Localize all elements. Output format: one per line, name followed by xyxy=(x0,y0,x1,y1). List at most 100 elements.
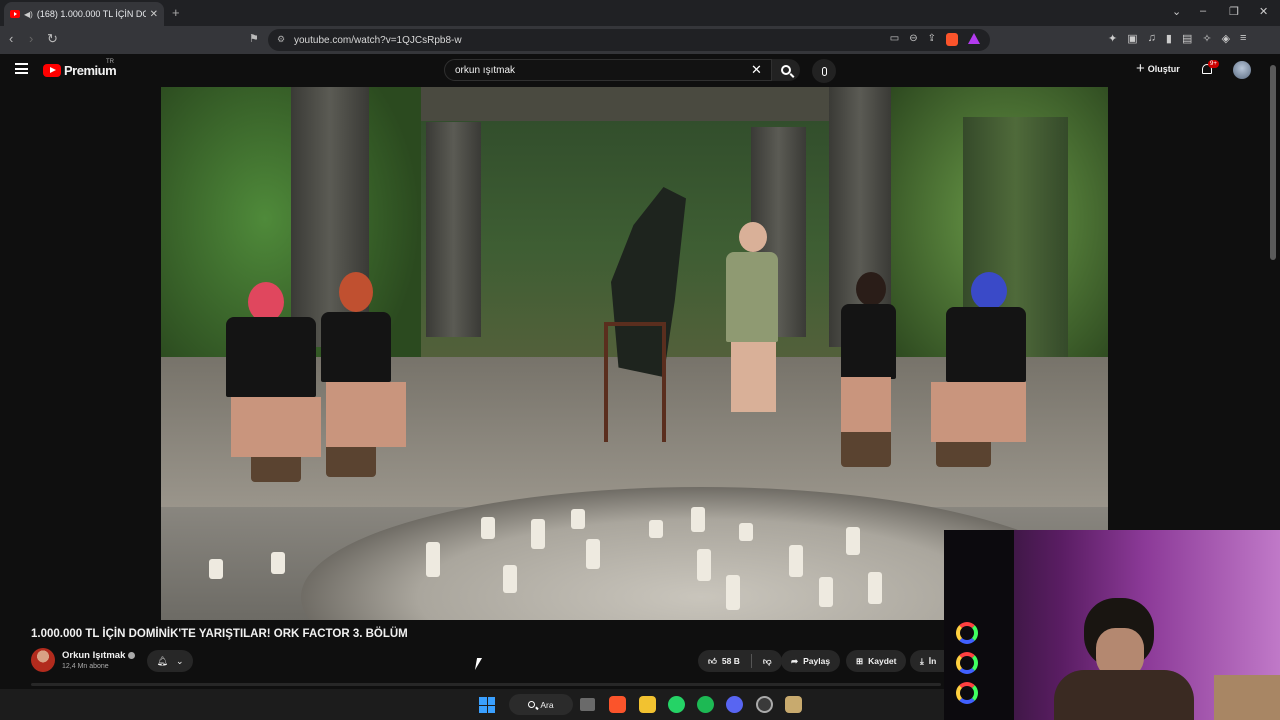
save-icon: ⊞ xyxy=(856,655,864,666)
scene-candle xyxy=(481,517,495,539)
cast-icon[interactable]: ▭ xyxy=(890,33,899,46)
page-scrollbar[interactable] xyxy=(1270,65,1276,260)
bookmark-icon[interactable]: ⚑ xyxy=(249,32,259,45)
sidebar-icon[interactable]: ▮ xyxy=(1166,32,1172,45)
mouse-cursor xyxy=(474,658,483,670)
channel-name-link[interactable]: Orkun Işıtmak xyxy=(62,650,136,661)
scene-arch xyxy=(421,87,831,121)
scene-candle xyxy=(846,527,860,555)
logo-region: TR xyxy=(106,59,114,65)
bell-icon: 🔔︎ xyxy=(156,655,168,666)
youtube-play-icon xyxy=(43,64,61,77)
back-icon[interactable]: ‹ xyxy=(9,31,13,46)
channel-avatar[interactable] xyxy=(31,648,55,672)
download-icon: ⤓ xyxy=(920,655,924,666)
search-icon xyxy=(528,701,536,708)
download-button[interactable]: ⤓ İn xyxy=(910,650,944,672)
streamer-body xyxy=(1054,670,1194,720)
save-button[interactable]: ⊞ Kaydet xyxy=(846,650,907,672)
subscription-notifications-button[interactable]: 🔔︎ ⌄ xyxy=(147,650,193,672)
scene-wooden-frame xyxy=(604,322,666,442)
share-button[interactable]: ➦ Paylaş xyxy=(781,650,841,672)
file-explorer-icon[interactable] xyxy=(639,696,656,713)
paper-bag xyxy=(1214,675,1280,720)
close-window-icon[interactable]: ✕ xyxy=(1259,5,1268,18)
windows-start-icon[interactable] xyxy=(479,697,495,713)
youtube-premium-logo[interactable]: Premium TR xyxy=(43,59,117,78)
share-label: Paylaş xyxy=(803,656,831,666)
spotify-icon[interactable] xyxy=(697,696,714,713)
screenshot-icon[interactable]: ▣ xyxy=(1127,32,1137,45)
wallet-icon[interactable]: ▤ xyxy=(1182,32,1192,45)
create-button[interactable]: + Oluştur xyxy=(1136,61,1180,76)
logo-text: Premium xyxy=(64,63,117,78)
scene-candle xyxy=(691,507,705,532)
tab-search-chevron-icon[interactable]: ⌄ xyxy=(1172,5,1181,18)
tab-title: (168) 1.000.000 TL İÇİN DOMİ xyxy=(36,9,146,19)
leo-ai-icon[interactable]: ✧ xyxy=(1202,32,1211,45)
audio-playing-icon[interactable]: ◀) xyxy=(24,10,33,19)
scene-candle xyxy=(209,559,223,579)
notifications-badge: 9+ xyxy=(1208,60,1219,68)
thumbs-down-icon: 👎︎ xyxy=(762,655,772,666)
vpn-icon[interactable]: ◈ xyxy=(1222,32,1230,45)
address-bar[interactable]: ⚙ youtube.com/watch?v=1QJCsRpb8-w ▭ ⊖ ⇪ xyxy=(268,29,990,51)
rgb-fan-icon xyxy=(956,622,978,644)
taskbar-search-label: Ara xyxy=(540,699,554,710)
scene-candle xyxy=(726,575,740,610)
new-tab-icon[interactable]: + xyxy=(172,5,180,20)
clear-search-icon[interactable]: ✕ xyxy=(751,62,762,78)
scene-pillar xyxy=(426,122,481,337)
guide-menu-icon[interactable] xyxy=(15,63,28,74)
close-tab-icon[interactable]: ✕ xyxy=(150,9,158,20)
scene-candle xyxy=(426,542,440,577)
browser-menu-icon[interactable]: ≡ xyxy=(1240,32,1246,45)
webcam-overlay xyxy=(944,530,1280,720)
brave-rewards-icon[interactable] xyxy=(968,33,980,44)
scene-candle xyxy=(868,572,882,604)
browser-tabstrip: ◀) (168) 1.000.000 TL İÇİN DOMİ ✕ + ⌄ – … xyxy=(0,0,1280,26)
app-icon[interactable] xyxy=(756,696,773,713)
task-view-icon[interactable] xyxy=(580,698,595,711)
verified-badge-icon xyxy=(128,652,136,659)
whatsapp-icon[interactable] xyxy=(668,696,685,713)
youtube-masthead: Premium TR orkun ışıtmak ✕ + Oluştur 9+ xyxy=(0,54,1280,87)
like-count: 58 B xyxy=(721,656,740,666)
windows-taskbar: Ara xyxy=(0,689,944,720)
dislike-button[interactable]: 👎︎ xyxy=(763,656,772,667)
search-value: orkun ışıtmak xyxy=(455,64,516,76)
video-title: 1.000.000 TL İÇİN DOMİNİK'TE YARIŞTILAR!… xyxy=(31,628,408,640)
zoom-icon[interactable]: ⊖ xyxy=(909,33,917,46)
search-button[interactable] xyxy=(772,59,800,81)
scene-candle xyxy=(571,509,585,529)
section-divider xyxy=(31,683,941,686)
brave-shields-icon[interactable] xyxy=(946,33,958,46)
forward-icon[interactable]: › xyxy=(29,31,33,46)
voice-search-button[interactable] xyxy=(812,59,836,83)
scene-candle xyxy=(586,539,600,569)
chevron-down-icon: ⌄ xyxy=(175,655,184,666)
extensions-icon[interactable]: ✦ xyxy=(1108,32,1117,45)
restore-window-icon[interactable]: ❐ xyxy=(1229,5,1239,18)
discord-icon[interactable] xyxy=(726,696,743,713)
brave-browser-icon[interactable] xyxy=(609,696,626,713)
share-page-icon[interactable]: ⇪ xyxy=(928,33,936,46)
browser-tab-youtube[interactable]: ◀) (168) 1.000.000 TL İÇİN DOMİ ✕ xyxy=(4,2,164,26)
search-icon xyxy=(781,65,791,75)
save-label: Kaydet xyxy=(868,656,897,666)
league-of-legends-icon[interactable] xyxy=(785,696,802,713)
like-button[interactable]: 👍︎ 58 B xyxy=(708,656,740,667)
search-input[interactable]: orkun ışıtmak xyxy=(444,59,772,81)
minimize-window-icon[interactable]: – xyxy=(1200,5,1206,17)
browser-toolbar: ‹ › ↻ ⚑ ⚙ youtube.com/watch?v=1QJCsRpb8-… xyxy=(0,26,1280,54)
reload-icon[interactable]: ↻ xyxy=(47,31,58,47)
media-control-icon[interactable]: ♫ xyxy=(1148,32,1156,45)
account-avatar[interactable] xyxy=(1233,61,1251,79)
rgb-fan-icon xyxy=(956,652,978,674)
like-dislike-group: 👍︎ 58 B 👎︎ xyxy=(698,650,782,672)
taskbar-search[interactable]: Ara xyxy=(509,694,573,715)
download-label: İn xyxy=(928,656,937,666)
site-info-icon[interactable]: ⚙ xyxy=(277,34,285,45)
scene-candle xyxy=(789,545,803,577)
microphone-icon xyxy=(821,66,827,76)
